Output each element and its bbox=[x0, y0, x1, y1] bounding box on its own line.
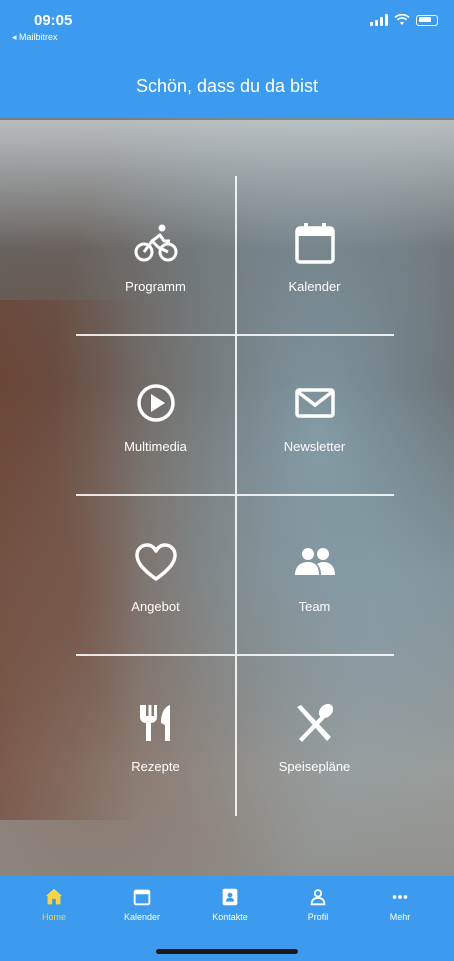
home-indicator bbox=[156, 949, 298, 954]
bicycle-icon bbox=[134, 224, 177, 261]
tab-label: Profil bbox=[307, 912, 329, 922]
tab-label: Kontakte bbox=[212, 912, 248, 922]
menu-item-label: Newsletter bbox=[283, 438, 346, 454]
status-icons bbox=[370, 14, 438, 26]
tab-label: Mehr bbox=[389, 912, 411, 922]
menu-item-kalender[interactable]: Kalender bbox=[235, 176, 394, 336]
tab-kontakte[interactable]: Kontakte bbox=[185, 886, 275, 922]
calendar-icon bbox=[294, 222, 335, 264]
tab-home[interactable]: Home bbox=[9, 886, 99, 922]
menu-item-label: Multimedia bbox=[124, 438, 187, 454]
signal-icon bbox=[370, 14, 388, 26]
page-title: Schön, dass du da bist bbox=[135, 76, 319, 96]
tab-label: Home bbox=[41, 912, 66, 922]
tab-kalender[interactable]: Kalender bbox=[97, 886, 187, 922]
menu-item-label: Team bbox=[298, 598, 331, 614]
mail-icon bbox=[294, 387, 335, 418]
status-time: 09:05 bbox=[34, 12, 73, 29]
wifi-icon bbox=[394, 14, 410, 25]
menu-item-rezepte[interactable]: Rezepte bbox=[76, 656, 235, 816]
cutlery-icon bbox=[139, 704, 170, 741]
profile-icon bbox=[310, 889, 326, 906]
home-icon bbox=[45, 888, 63, 905]
menu-item-label: Speisepläne bbox=[278, 758, 351, 774]
menu-item-label: Kalender bbox=[288, 278, 341, 294]
menu-item-programm[interactable]: Programm bbox=[76, 176, 235, 336]
menu-item-team[interactable]: Team bbox=[235, 496, 394, 656]
calendar-icon bbox=[133, 889, 151, 906]
contacts-icon bbox=[222, 888, 238, 906]
menu-item-angebot[interactable]: Angebot bbox=[76, 496, 235, 656]
spoon-knife-cross-icon bbox=[296, 703, 333, 742]
menu-item-label: Angebot bbox=[131, 598, 180, 614]
heart-icon bbox=[134, 542, 177, 581]
menu-item-multimedia[interactable]: Multimedia bbox=[76, 336, 235, 496]
tab-profil[interactable]: Profil bbox=[273, 886, 363, 922]
header-bar: 09:05 ◂ Mailbitrex Schön, dass du da bis… bbox=[0, 0, 454, 118]
status-back-link[interactable]: ◂ Mailbitrex bbox=[12, 32, 58, 43]
tab-label: Kalender bbox=[123, 912, 161, 922]
people-icon bbox=[294, 547, 335, 575]
play-circle-icon bbox=[136, 383, 175, 422]
menu-item-label: Programm bbox=[125, 278, 186, 294]
menu-item-speiseplaene[interactable]: Speisepläne bbox=[235, 656, 394, 816]
battery-icon bbox=[416, 14, 438, 26]
menu-item-label: Rezepte bbox=[131, 758, 180, 774]
menu-item-newsletter[interactable]: Newsletter bbox=[235, 336, 394, 496]
more-icon bbox=[392, 895, 408, 899]
tab-mehr[interactable]: Mehr bbox=[355, 886, 445, 922]
menu-grid: Programm Kalender Multimedia Newsletter … bbox=[76, 176, 394, 816]
